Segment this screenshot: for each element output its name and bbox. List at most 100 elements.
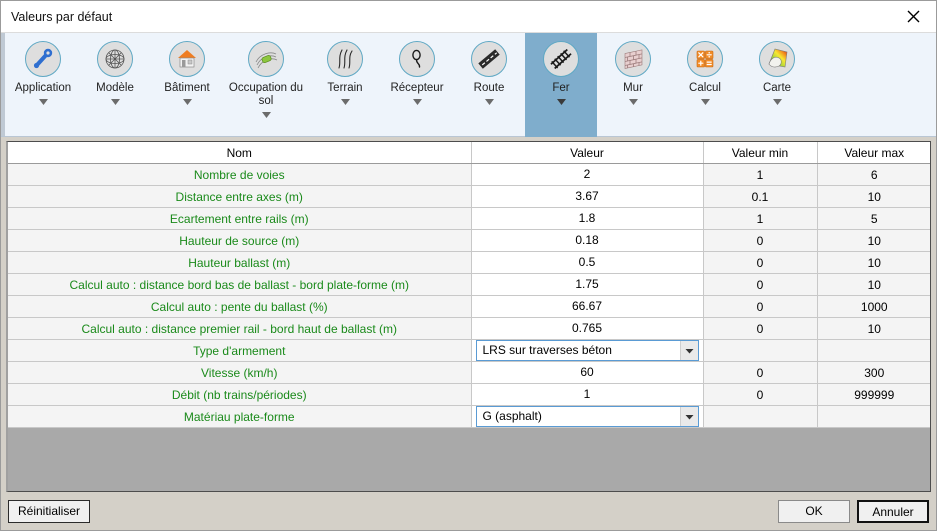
ribbon-tab-occupation-du-sol[interactable]: Occupation du sol: [223, 33, 309, 137]
param-value-cell[interactable]: 1.75: [471, 273, 704, 296]
content-area: Nom Valeur Valeur min Valeur max Nombre …: [1, 137, 936, 492]
table-row[interactable]: Nombre de voies 2 1 6: [8, 163, 930, 186]
param-value-cell[interactable]: LRS sur traverses béton: [471, 339, 704, 362]
ribbon-tab-label: Carte: [762, 82, 792, 94]
table-row[interactable]: Distance entre axes (m) 3.67 0.1 10: [8, 185, 930, 208]
param-value[interactable]: 60: [476, 362, 699, 383]
param-value[interactable]: 0.765: [476, 318, 699, 339]
chevron-down-icon[interactable]: [700, 99, 710, 105]
receiver-icon: [399, 41, 435, 77]
column-header-valeur-min[interactable]: Valeur min: [703, 142, 818, 164]
parameters-grid: Nom Valeur Valeur min Valeur max Nombre …: [6, 141, 931, 492]
footer-actions: OK Annuler: [778, 499, 929, 523]
cancel-button[interactable]: Annuler: [857, 499, 929, 523]
table-header-row: Nom Valeur Valeur min Valeur max: [8, 142, 930, 164]
ribbon-tab-label: Terrain: [327, 82, 363, 94]
param-name: Vitesse (km/h): [8, 361, 472, 384]
ribbon-tab-mur[interactable]: Mur: [597, 33, 669, 137]
param-value[interactable]: 3.67: [476, 186, 699, 207]
param-value-cell[interactable]: 3.67: [471, 185, 704, 208]
param-value[interactable]: 1.75: [476, 274, 699, 295]
chevron-down-icon[interactable]: [261, 112, 271, 118]
param-max: 10: [817, 229, 930, 252]
ribbon-tab-label: Fer: [552, 82, 570, 94]
mesh-sphere-icon: [97, 41, 133, 77]
param-value-cell[interactable]: 60: [471, 361, 704, 384]
column-header-nom[interactable]: Nom: [8, 142, 472, 164]
table-row[interactable]: Ecartement entre rails (m) 1.8 1 5: [8, 207, 930, 230]
railway-icon: [543, 41, 579, 77]
table-row[interactable]: Calcul auto : distance premier rail - bo…: [8, 317, 930, 340]
param-max: 999999: [817, 383, 930, 406]
param-min: 0: [703, 317, 818, 340]
table-row[interactable]: Matériau plate-forme G (asphalt): [8, 405, 930, 428]
ribbon-tab-batiment[interactable]: Bâtiment: [151, 33, 223, 137]
chevron-down-icon[interactable]: [679, 407, 698, 426]
close-button[interactable]: [890, 2, 936, 32]
ribbon-tab-calcul[interactable]: Calcul: [669, 33, 741, 137]
table-row[interactable]: Hauteur ballast (m) 0.5 0 10: [8, 251, 930, 274]
param-name: Calcul auto : distance bord bas de balla…: [8, 273, 472, 296]
ribbon-tab-terrain[interactable]: Terrain: [309, 33, 381, 137]
param-min: 0: [703, 361, 818, 384]
parameters-table: Nom Valeur Valeur min Valeur max Nombre …: [8, 142, 930, 428]
param-value-cell[interactable]: 2: [471, 163, 704, 186]
chevron-down-icon[interactable]: [412, 99, 422, 105]
param-max: [817, 405, 930, 428]
road-icon: [471, 41, 507, 77]
param-name: Ecartement entre rails (m): [8, 207, 472, 230]
param-name: Calcul auto : pente du ballast (%): [8, 295, 472, 318]
param-value-cell[interactable]: 1: [471, 383, 704, 406]
param-value-cell[interactable]: 0.765: [471, 317, 704, 340]
param-value-cell[interactable]: 0.5: [471, 251, 704, 274]
table-body: Nombre de voies 2 1 6 Distance entre axe…: [8, 163, 930, 428]
param-value[interactable]: 1.8: [476, 208, 699, 229]
ribbon-tab-recepteur[interactable]: Récepteur: [381, 33, 453, 137]
param-value-cell[interactable]: 66.67: [471, 295, 704, 318]
chevron-down-icon[interactable]: [556, 99, 566, 105]
table-row[interactable]: Débit (nb trains/périodes) 1 0 999999: [8, 383, 930, 406]
chevron-down-icon[interactable]: [340, 99, 350, 105]
param-value[interactable]: 2: [476, 164, 699, 185]
ribbon-tab-route[interactable]: Route: [453, 33, 525, 137]
param-min: 1: [703, 207, 818, 230]
chevron-down-icon[interactable]: [110, 99, 120, 105]
ok-button[interactable]: OK: [778, 499, 850, 523]
table-row[interactable]: Type d'armement LRS sur traverses béton: [8, 339, 930, 362]
grid-empty-area: [8, 428, 930, 491]
param-value[interactable]: 0.18: [476, 230, 699, 251]
param-value[interactable]: 1: [476, 384, 699, 405]
param-min: 0: [703, 251, 818, 274]
chevron-down-icon[interactable]: [679, 341, 698, 360]
table-row[interactable]: Calcul auto : pente du ballast (%) 66.67…: [8, 295, 930, 318]
param-value-cell[interactable]: 0.18: [471, 229, 704, 252]
materiau-plate-forme-select[interactable]: G (asphalt): [475, 406, 699, 427]
column-header-valeur-max[interactable]: Valeur max: [817, 142, 930, 164]
chevron-down-icon[interactable]: [772, 99, 782, 105]
ribbon-toolbar: Application Modèle Bâtiment Occupation d…: [1, 33, 936, 137]
table-row[interactable]: Calcul auto : distance bord bas de balla…: [8, 273, 930, 296]
chevron-down-icon[interactable]: [182, 99, 192, 105]
ribbon-tab-modele[interactable]: Modèle: [79, 33, 151, 137]
ribbon-tab-carte[interactable]: Carte: [741, 33, 813, 137]
param-value-cell[interactable]: G (asphalt): [471, 405, 704, 428]
type-armement-select[interactable]: LRS sur traverses béton: [475, 340, 699, 361]
chevron-down-icon[interactable]: [628, 99, 638, 105]
column-header-valeur[interactable]: Valeur: [471, 142, 704, 164]
param-name: Distance entre axes (m): [8, 185, 472, 208]
param-value[interactable]: 66.67: [476, 296, 699, 317]
param-name: Débit (nb trains/périodes): [8, 383, 472, 406]
param-name: Hauteur ballast (m): [8, 251, 472, 274]
titlebar: Valeurs par défaut: [1, 1, 936, 33]
param-max: 6: [817, 163, 930, 186]
chevron-down-icon[interactable]: [484, 99, 494, 105]
table-row[interactable]: Hauteur de source (m) 0.18 0 10: [8, 229, 930, 252]
param-min: 0.1: [703, 185, 818, 208]
reset-button[interactable]: Réinitialiser: [8, 499, 90, 523]
chevron-down-icon[interactable]: [38, 99, 48, 105]
ribbon-tab-fer[interactable]: Fer: [525, 33, 597, 137]
param-value-cell[interactable]: 1.8: [471, 207, 704, 230]
ribbon-tab-application[interactable]: Application: [7, 33, 79, 137]
param-value[interactable]: 0.5: [476, 252, 699, 273]
table-row[interactable]: Vitesse (km/h) 60 0 300: [8, 361, 930, 384]
